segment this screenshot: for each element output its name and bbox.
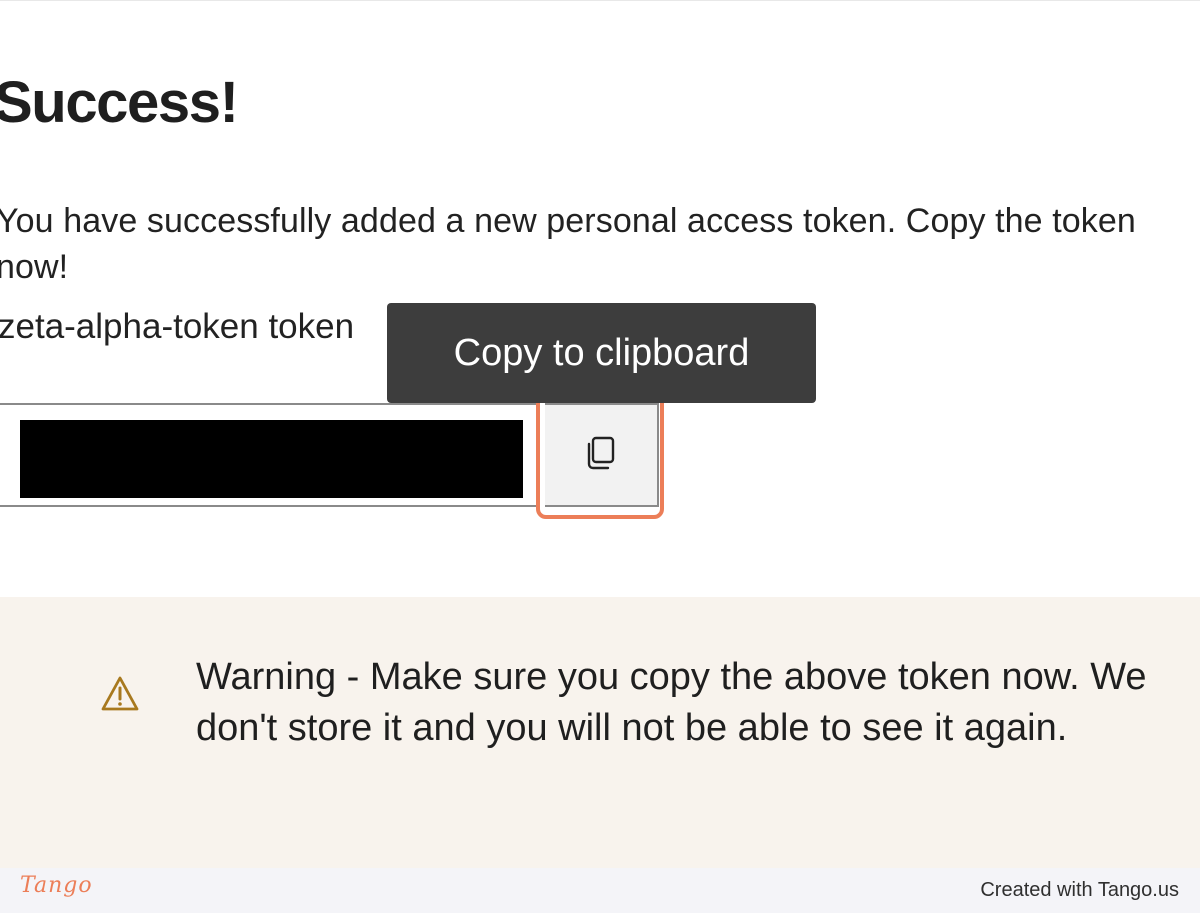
page-title: Success! — [0, 69, 239, 135]
token-copy-row — [0, 403, 660, 507]
token-value-mask — [20, 420, 523, 498]
tango-logo: Tango — [20, 873, 93, 898]
success-message: You have successfully added a new person… — [0, 202, 1136, 286]
copy-token-button[interactable] — [545, 403, 659, 507]
warning-message: Warning - Make sure you copy the above t… — [196, 656, 1147, 749]
copy-tooltip: Copy to clipboard — [387, 303, 816, 403]
token-input[interactable] — [0, 403, 540, 507]
token-name: zeta-alpha-token token — [0, 307, 355, 346]
success-page: Success! You have successfully added a n… — [0, 0, 1200, 869]
created-with-tango: Created with Tango.us — [980, 879, 1179, 901]
warning-icon — [100, 674, 140, 714]
copy-icon — [584, 434, 618, 477]
